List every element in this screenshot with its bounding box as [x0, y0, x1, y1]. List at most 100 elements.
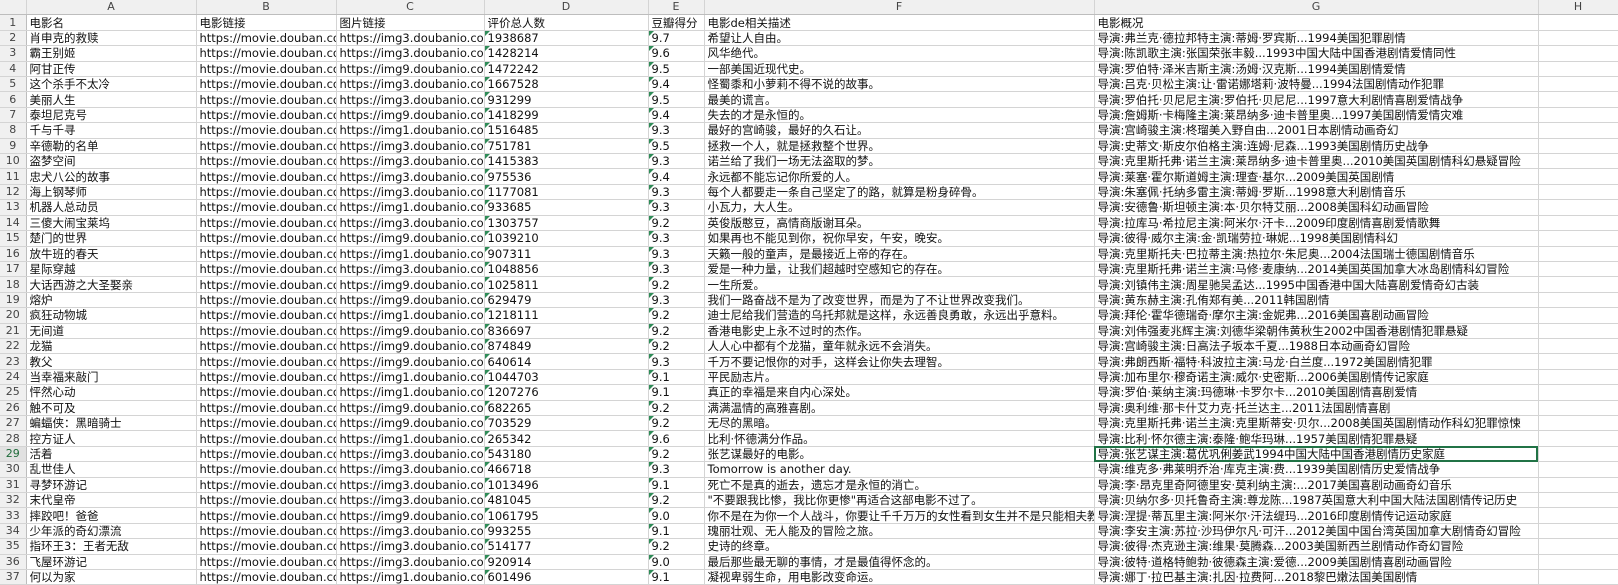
- cell-d3[interactable]: 1428214: [484, 45, 649, 62]
- cell-a28[interactable]: 控方证人: [26, 430, 197, 447]
- cell-h15[interactable]: [1538, 230, 1618, 247]
- cell-c9[interactable]: https://img3.doubanio.com/: [336, 138, 485, 155]
- cell-c17[interactable]: https://img3.doubanio.com/: [336, 261, 485, 278]
- row-header[interactable]: 18: [0, 276, 27, 293]
- cell-a2[interactable]: 肖申克的救赎: [26, 30, 197, 47]
- cell-d9[interactable]: 751781: [484, 138, 649, 155]
- cell-f14[interactable]: 英俊版憨豆，高情商版谢耳朵。: [704, 215, 1095, 232]
- cell-d29[interactable]: 543180: [484, 446, 649, 463]
- cell-g4[interactable]: 导演:罗伯特·泽米吉斯主演:汤姆·汉克斯...1994美国剧情爱情: [1094, 61, 1539, 78]
- cell-e4[interactable]: 9.5: [648, 61, 705, 78]
- cell-a34[interactable]: 少年派的奇幻漂流: [26, 523, 197, 540]
- cell-b17[interactable]: https://movie.douban.com: [196, 261, 337, 278]
- cell-d15[interactable]: 1039210: [484, 230, 649, 247]
- row-header[interactable]: 23: [0, 353, 27, 370]
- cell-e5[interactable]: 9.4: [648, 76, 705, 93]
- cell-e17[interactable]: 9.3: [648, 261, 705, 278]
- row-header[interactable]: 26: [0, 400, 27, 416]
- cell-e6[interactable]: 9.5: [648, 91, 705, 108]
- cell-g33[interactable]: 导演:涅提·蒂瓦里主演:阿米尔·汗法缇玛...2016印度剧情传记运动家庭: [1094, 507, 1539, 524]
- cell-b23[interactable]: https://movie.douban.com: [196, 353, 337, 370]
- cell-c15[interactable]: https://img9.doubanio.com/: [336, 230, 485, 247]
- cell-h16[interactable]: [1538, 246, 1618, 262]
- cell-f3[interactable]: 风华绝代。: [704, 45, 1095, 62]
- row-header[interactable]: 13: [0, 199, 27, 216]
- cell-h36[interactable]: [1538, 554, 1618, 571]
- cell-a14[interactable]: 三傻大闹宝莱坞: [26, 215, 197, 232]
- cell-f24[interactable]: 平民励志片。: [704, 369, 1095, 386]
- cell-d18[interactable]: 1025811: [484, 276, 649, 293]
- cell-b8[interactable]: https://movie.douban.com: [196, 122, 337, 139]
- cell-b34[interactable]: https://movie.douban.com: [196, 523, 337, 540]
- cell-g10[interactable]: 导演:克里斯托弗·诺兰主演:莱昂纳多·迪卡普里奥...2010美国英国剧情科幻悬…: [1094, 153, 1539, 170]
- cell-b18[interactable]: https://movie.douban.com: [196, 276, 337, 293]
- cell-c26[interactable]: https://img9.doubanio.com/: [336, 400, 485, 416]
- cell-c20[interactable]: https://img1.doubanio.com/: [336, 307, 485, 324]
- cell-g34[interactable]: 导演:李安主演:苏拉·沙玛伊尔凡·可汗...2012美国中国台湾英国加拿大剧情奇…: [1094, 523, 1539, 540]
- cell-g19[interactable]: 导演:黄东赫主演:孔侑郑有美...2011韩国剧情: [1094, 292, 1539, 309]
- cell-g24[interactable]: 导演:加布里尔·穆奇诺主演:威尔·史密斯...2006美国剧情传记家庭: [1094, 369, 1539, 386]
- cell-g17[interactable]: 导演:克里斯托弗·诺兰主演:马修·麦康纳...2014美国英国加拿大冰岛剧情科幻…: [1094, 261, 1539, 278]
- cell-e31[interactable]: 9.1: [648, 477, 705, 494]
- cell-f5[interactable]: 怪蜀黍和小萝莉不得不说的故事。: [704, 76, 1095, 93]
- cell-g28[interactable]: 导演:比利·怀尔德主演:泰隆·鲍华玛琳...1957美国剧情犯罪悬疑: [1094, 430, 1539, 447]
- cell-c21[interactable]: https://img9.doubanio.com/: [336, 323, 485, 339]
- row-header[interactable]: 5: [0, 76, 27, 93]
- cell-h27[interactable]: [1538, 415, 1618, 432]
- cell-e11[interactable]: 9.4: [648, 168, 705, 185]
- cell-e25[interactable]: 9.1: [648, 384, 705, 401]
- cell-b9[interactable]: https://movie.douban.com: [196, 138, 337, 155]
- cell-c11[interactable]: https://img3.doubanio.com/: [336, 168, 485, 185]
- cell-f23[interactable]: 千万不要记恨你的对手，这样会让你失去理智。: [704, 353, 1095, 370]
- cell-b10[interactable]: https://movie.douban.com: [196, 153, 337, 170]
- row-header[interactable]: 35: [0, 538, 27, 555]
- row-header[interactable]: 3: [0, 45, 27, 62]
- cell-b13[interactable]: https://movie.douban.com: [196, 199, 337, 216]
- cell-f6[interactable]: 最美的谎言。: [704, 91, 1095, 108]
- row-header[interactable]: 20: [0, 307, 27, 324]
- cell-e27[interactable]: 9.2: [648, 415, 705, 432]
- cell-a12[interactable]: 海上钢琴师: [26, 184, 197, 201]
- cell-c16[interactable]: https://img1.doubanio.com/: [336, 246, 485, 262]
- row-header[interactable]: 29: [0, 446, 27, 463]
- cell-a7[interactable]: 泰坦尼克号: [26, 107, 197, 124]
- cell-e35[interactable]: 9.2: [648, 538, 705, 555]
- cell-f35[interactable]: 史诗的终章。: [704, 538, 1095, 555]
- row-header[interactable]: 8: [0, 122, 27, 139]
- cell-d22[interactable]: 874849: [484, 338, 649, 355]
- cell-g6[interactable]: 导演:罗伯托·贝尼尼主演:罗伯托·贝尼尼...1997意大利剧情喜剧爱情战争: [1094, 91, 1539, 108]
- cell-g26[interactable]: 导演:奥利维·那卡什艾力克·托兰达主...2011法国剧情喜剧: [1094, 400, 1539, 416]
- cell-b24[interactable]: https://movie.douban.com: [196, 369, 337, 386]
- cell-d4[interactable]: 1472242: [484, 61, 649, 78]
- cell-h21[interactable]: [1538, 323, 1618, 339]
- cell-h2[interactable]: [1538, 30, 1618, 47]
- cell-a21[interactable]: 无间道: [26, 323, 197, 339]
- cell-f11[interactable]: 永远都不能忘记你所爱的人。: [704, 168, 1095, 185]
- cell-d14[interactable]: 1303757: [484, 215, 649, 232]
- cell-f19[interactable]: 我们一路奋战不是为了改变世界，而是为了不让世界改变我们。: [704, 292, 1095, 309]
- cell-h4[interactable]: [1538, 61, 1618, 78]
- row-header[interactable]: 2: [0, 30, 27, 47]
- row-header[interactable]: 30: [0, 461, 27, 478]
- cell-e24[interactable]: 9.1: [648, 369, 705, 386]
- cell-g11[interactable]: 导演:莱塞·霍尔斯道姆主演:理查·基尔...2009美国英国剧情: [1094, 168, 1539, 185]
- cell-c34[interactable]: https://img3.doubanio.com/: [336, 523, 485, 540]
- cell-b14[interactable]: https://movie.douban.com: [196, 215, 337, 232]
- row-header[interactable]: 36: [0, 554, 27, 571]
- cell-f34[interactable]: 瑰丽壮观、无人能及的冒险之旅。: [704, 523, 1095, 540]
- select-all-corner[interactable]: [0, 0, 27, 16]
- cell-b6[interactable]: https://movie.douban.com: [196, 91, 337, 108]
- cell-d7[interactable]: 1418299: [484, 107, 649, 124]
- cell-e1[interactable]: 豆瓣得分: [648, 14, 705, 31]
- column-header-a[interactable]: A: [26, 0, 197, 16]
- row-header[interactable]: 31: [0, 477, 27, 494]
- cell-g18[interactable]: 导演:刘镇伟主演:周星驰吴孟达...1995中国香港中国大陆喜剧爱情奇幻古装: [1094, 276, 1539, 293]
- column-header-d[interactable]: D: [484, 0, 649, 16]
- cell-g14[interactable]: 导演:拉库马·希拉尼主演:阿米尔·汗卡...2009印度剧情喜剧爱情歌舞: [1094, 215, 1539, 232]
- cell-h19[interactable]: [1538, 292, 1618, 309]
- cell-f2[interactable]: 希望让人自由。: [704, 30, 1095, 47]
- cell-e12[interactable]: 9.3: [648, 184, 705, 201]
- cell-a3[interactable]: 霸王别姬: [26, 45, 197, 62]
- cell-h1[interactable]: [1538, 14, 1618, 31]
- cell-g36[interactable]: 导演:彼特·道格特鲍勃·彼德森主演:爱德...2009美国剧情喜剧动画冒险: [1094, 554, 1539, 571]
